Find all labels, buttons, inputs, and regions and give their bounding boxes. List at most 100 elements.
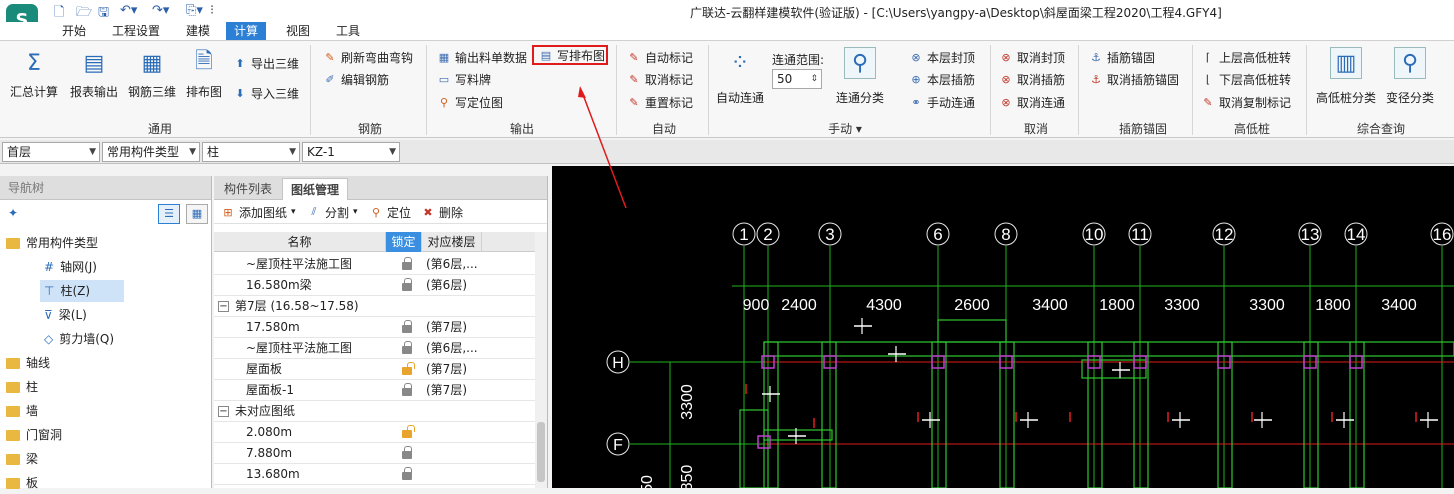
sparkle-icon[interactable]: ✦ (8, 206, 18, 220)
tree-item-walls[interactable]: 墙 (6, 400, 38, 422)
cancel-copy-mark-button[interactable]: ✎ 取消复制标记 (1200, 92, 1291, 112)
tab-project-settings[interactable]: 工程设置 (104, 22, 168, 40)
grid-view-icon[interactable]: ▦ (186, 204, 208, 224)
tree-item-slabs[interactable]: 板 (6, 472, 38, 494)
cancel-dowel-anchor-button[interactable]: ⚓ 取消插筋锚固 (1088, 69, 1179, 89)
table-row[interactable]: 17.580m (第7层) (214, 317, 536, 338)
write-tag-button[interactable]: ▭ 写料牌 (436, 69, 491, 89)
tab-view[interactable]: 视图 (278, 22, 318, 40)
column-header-floor[interactable]: 对应楼层 (422, 232, 482, 252)
layout-drawing-button[interactable]: 🗎 排布图 (186, 47, 222, 100)
summary-calc-button[interactable]: Σ 汇总计算 (10, 47, 58, 100)
lock-icon[interactable] (400, 467, 414, 481)
connect-range-stepper[interactable]: 50 ⇕ (772, 69, 822, 89)
lock-icon[interactable] (400, 446, 414, 460)
lower-pile-convert-button[interactable]: ⌊ 下层高低桩转 (1200, 69, 1291, 89)
span-dimension: 4300 (866, 297, 902, 314)
unlock-icon[interactable] (400, 425, 415, 439)
diameter-classify-button[interactable]: ⚲ 变径分类 (1386, 47, 1434, 106)
tree-item-openings[interactable]: 门窗洞 (6, 424, 62, 446)
tab-modeling[interactable]: 建模 (178, 22, 218, 40)
split-button[interactable]: ⫽ 分割 ▾ (306, 202, 358, 222)
cancel-mark-button[interactable]: ✎ 取消标记 (626, 69, 693, 89)
tree-item-column[interactable]: ⊤ 柱(Z) (40, 280, 124, 302)
tab-calculate[interactable]: 计算 (226, 22, 267, 40)
undo-icon[interactable]: ↶▾ (120, 3, 137, 18)
floor-dowel-button[interactable]: ⊕ 本层插筋 (908, 69, 975, 89)
column-header-name[interactable]: 名称 (214, 232, 386, 252)
add-drawing-button[interactable]: ⊞ 添加图纸 ▾ (220, 202, 295, 222)
table-row[interactable]: 13.680m (214, 464, 536, 485)
tree-item-beam[interactable]: ⊽ 梁(L) (44, 304, 87, 326)
auto-mark-button[interactable]: ✎ 自动标记 (626, 47, 693, 67)
customize-icon[interactable]: ⁝ (210, 3, 214, 18)
export-3d-button[interactable]: ⬆ 导出三维 (232, 53, 299, 73)
table-row[interactable]: ~屋顶柱平法施工图 (第6层,... (214, 338, 536, 359)
cancel-link-icon: ⊗ (1001, 95, 1011, 109)
pile-classify-button[interactable]: ▥ 高低桩分类 (1316, 47, 1376, 106)
tree-item-shear-wall[interactable]: ◇ 剪力墙(Q) (44, 328, 114, 350)
dowel-anchor-button[interactable]: ⚓ 插筋锚固 (1088, 47, 1155, 67)
tree-item-common-types[interactable]: 常用构件类型 (6, 232, 98, 254)
edit-rebar-button[interactable]: ✐ 编辑钢筋 (322, 69, 389, 89)
redo-icon[interactable]: ↷▾ (152, 3, 169, 18)
tree-item-beams[interactable]: 梁 (6, 448, 38, 470)
write-position-map-button[interactable]: ⚲ 写定位图 (436, 92, 503, 112)
cancel-dowel-button[interactable]: ⊗ 取消插筋 (998, 69, 1065, 89)
connect-classify-button[interactable]: ⚲ 连通分类 (836, 47, 884, 106)
stepper-arrows-icon[interactable]: ⇕ (810, 70, 818, 88)
auto-connect-button[interactable]: ⁘ 自动连通 (716, 47, 764, 106)
report-output-button[interactable]: ▤ 报表输出 (70, 47, 118, 100)
lock-icon[interactable] (400, 257, 414, 271)
tree-item-axis-grid[interactable]: # 轴网(J) (44, 256, 97, 278)
lock-icon[interactable] (400, 341, 414, 355)
delete-button[interactable]: ✖ 删除 (420, 202, 463, 222)
scrollbar-thumb[interactable] (537, 422, 545, 482)
tree-item-columns[interactable]: 柱 (6, 376, 38, 398)
document-icon: 🗎 (195, 49, 213, 74)
table-row[interactable]: 16.580m梁 (第6层) (214, 275, 536, 296)
list-view-icon[interactable]: ☰ (158, 204, 180, 224)
group-label-manual[interactable]: 手动 ▾ (820, 120, 870, 137)
column-header-lock[interactable]: 锁定 (386, 232, 422, 252)
vertical-scrollbar[interactable] (535, 232, 547, 488)
floor-select[interactable]: 首层 ▼ (2, 142, 100, 162)
quick-access-icon[interactable]: ⎘▾ (186, 3, 203, 18)
tree-item-axis-line[interactable]: 轴线 (6, 352, 50, 374)
upper-pile-convert-button[interactable]: ⌈ 上层高低桩转 (1200, 47, 1291, 67)
group-row[interactable]: − 第7层 (16.58~17.58) (214, 296, 536, 317)
table-row[interactable]: 7.880m (214, 443, 536, 464)
write-layout-drawing-button[interactable]: ▤ 写排布图 (532, 45, 608, 65)
tab-start[interactable]: 开始 (54, 22, 94, 40)
span-dimension: 2600 (954, 297, 990, 314)
import-3d-button[interactable]: ⬇ 导入三维 (232, 83, 299, 103)
component-type-select[interactable]: 常用构件类型 ▼ (102, 142, 200, 162)
collapse-icon[interactable]: − (218, 301, 229, 312)
component-select[interactable]: 柱 ▼ (202, 142, 300, 162)
tab-component-list[interactable]: 构件列表 (216, 178, 280, 200)
tab-tools[interactable]: 工具 (328, 22, 368, 40)
table-row[interactable]: 屋面板 (第7层) (214, 359, 536, 380)
group-row[interactable]: − 未对应图纸 (214, 401, 536, 422)
cad-drawing-canvas[interactable]: 1 2 3 6 8 10 11 12 13 14 16 900 2400 4300 2600 3400 1800… (552, 166, 1454, 488)
component-name-select[interactable]: KZ-1 ▼ (302, 142, 400, 162)
refresh-bend-hook-button[interactable]: ✎ 刷新弯曲弯钩 (322, 47, 413, 67)
manual-connect-button[interactable]: ⚭ 手动连通 (908, 92, 975, 112)
collapse-icon[interactable]: − (218, 406, 229, 417)
rebar-3d-button[interactable]: ▦ 钢筋三维 (128, 47, 176, 100)
unlock-icon[interactable] (400, 362, 415, 376)
cancel-connect-button[interactable]: ⊗ 取消连通 (998, 92, 1065, 112)
cancel-cap-button[interactable]: ⊗ 取消封顶 (998, 47, 1065, 67)
lock-icon[interactable] (400, 278, 414, 292)
floor-cap-button[interactable]: ⊗ 本层封顶 (908, 47, 975, 67)
lock-icon[interactable] (400, 320, 414, 334)
table-row[interactable]: ~屋顶柱平法施工图 (第6层,... (214, 254, 536, 275)
beam-outline (937, 319, 1007, 343)
reset-mark-button[interactable]: ✎ 重置标记 (626, 92, 693, 112)
lock-icon[interactable] (400, 383, 414, 397)
locate-button[interactable]: ⚲ 定位 (368, 202, 411, 222)
table-row[interactable]: 2.080m (214, 422, 536, 443)
tab-drawing-management[interactable]: 图纸管理 (282, 178, 349, 200)
output-material-data-button[interactable]: ▦ 输出料单数据 (436, 47, 527, 67)
table-row[interactable]: 屋面板-1 (第7层) (214, 380, 536, 401)
